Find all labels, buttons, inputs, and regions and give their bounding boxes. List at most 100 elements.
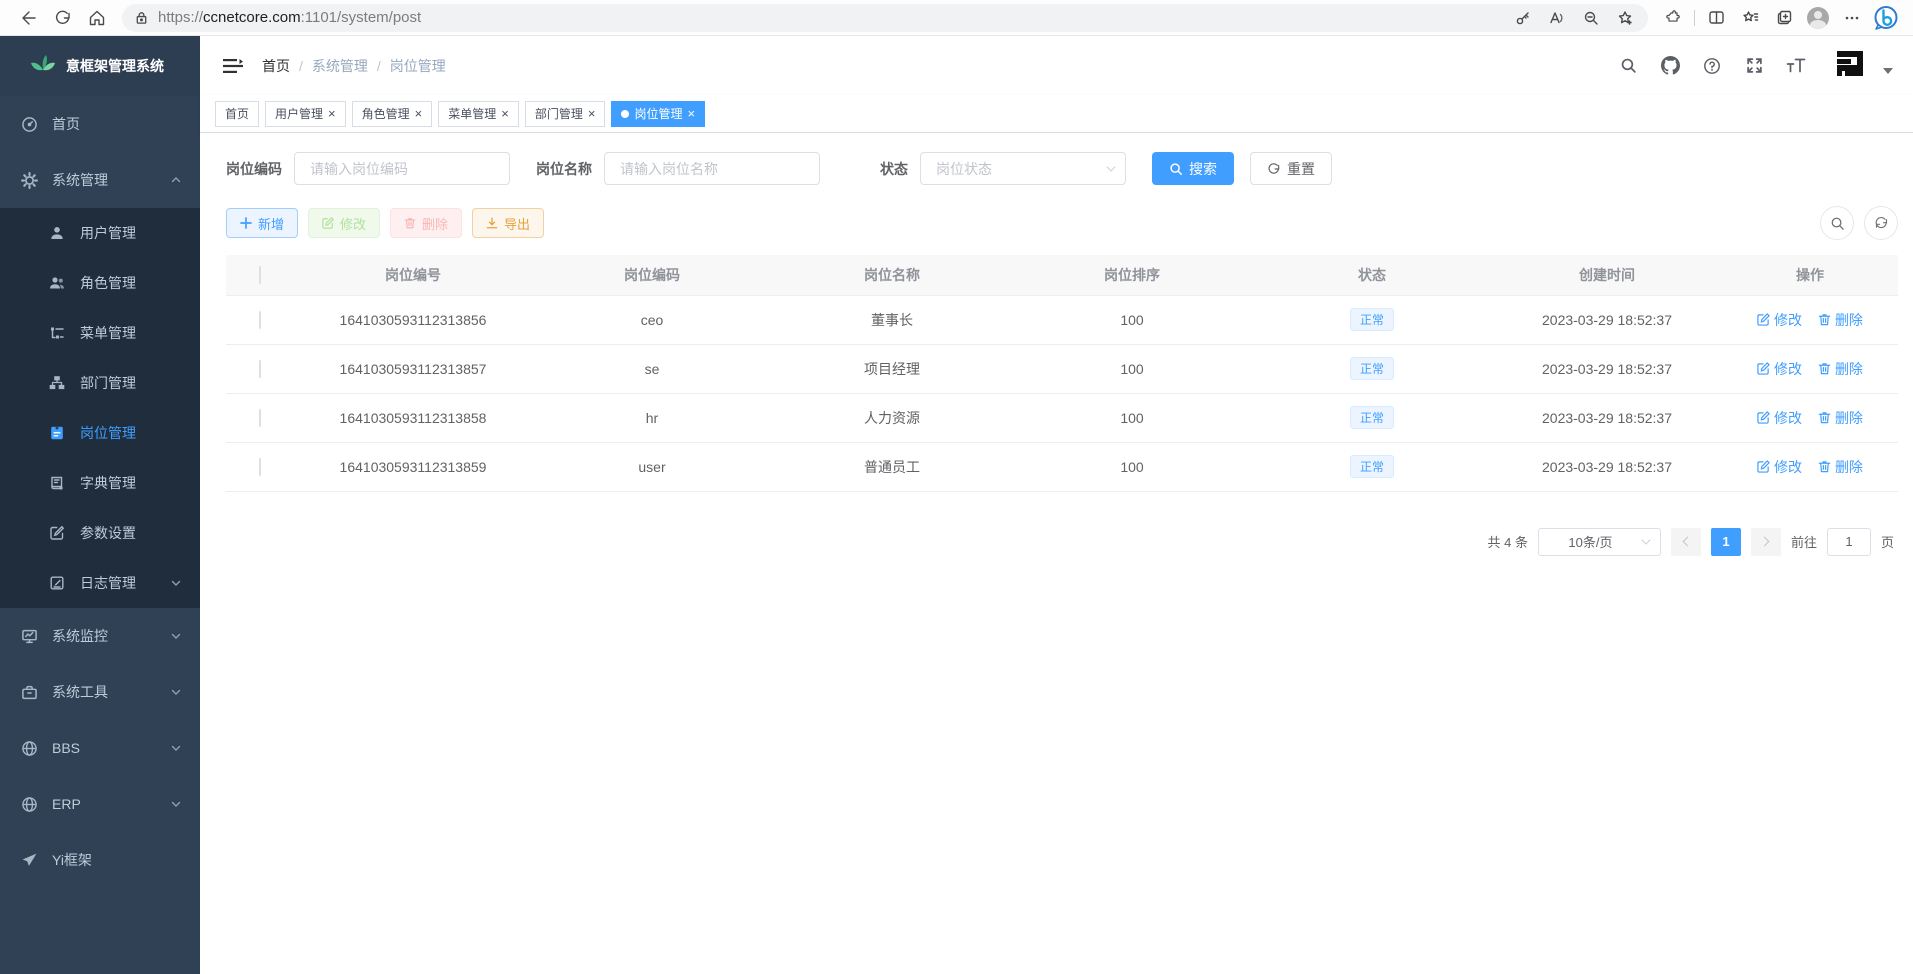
password-key-button[interactable] xyxy=(1508,3,1538,33)
post-code-input[interactable] xyxy=(294,152,510,185)
sidebar-item-user-manage[interactable]: 用户管理 xyxy=(0,208,200,258)
sidebar-item-dept-manage[interactable]: 部门管理 xyxy=(0,358,200,408)
close-icon[interactable]: × xyxy=(415,107,423,120)
edit-link[interactable]: 修改 xyxy=(1757,310,1802,330)
page-size-select[interactable]: 10条/页 xyxy=(1538,528,1661,556)
page-1-button[interactable]: 1 xyxy=(1711,528,1741,556)
sidebar-item-label: 菜单管理 xyxy=(80,323,136,343)
favorites-button[interactable] xyxy=(1733,3,1767,33)
font-size-button[interactable] xyxy=(1779,46,1813,86)
user-avatar-menu[interactable] xyxy=(1831,46,1893,86)
split-screen-button[interactable] xyxy=(1699,3,1733,33)
next-page-button[interactable] xyxy=(1751,528,1781,556)
header-post-id: 岗位编号 xyxy=(294,255,532,295)
delete-link[interactable]: 删除 xyxy=(1818,310,1863,330)
paper-plane-icon xyxy=(20,852,38,869)
prev-page-button[interactable] xyxy=(1671,528,1701,556)
table-refresh-button[interactable] xyxy=(1864,206,1898,240)
close-icon[interactable]: × xyxy=(328,107,336,120)
header-actions: 操作 xyxy=(1722,255,1898,295)
sidebar-item-system-tools[interactable]: 系统工具 xyxy=(0,664,200,720)
sidebar-item-bbs[interactable]: BBS xyxy=(0,720,200,776)
search-button-label: 搜索 xyxy=(1189,159,1217,179)
close-icon[interactable]: × xyxy=(501,107,509,120)
table-search-toggle-button[interactable] xyxy=(1820,206,1854,240)
delete-button-disabled[interactable]: 删除 xyxy=(390,208,462,238)
delete-link[interactable]: 删除 xyxy=(1818,457,1863,477)
sidebar-item-yi-framework[interactable]: Yi框架 xyxy=(0,832,200,888)
sidebar-item-label: 角色管理 xyxy=(80,273,136,293)
browser-refresh-button[interactable] xyxy=(46,3,80,33)
app-logo[interactable]: 意框架管理系统 xyxy=(0,36,200,96)
yi-logo-icon xyxy=(1831,46,1873,86)
edit-button-disabled[interactable]: 修改 xyxy=(308,208,380,238)
github-icon xyxy=(1661,56,1680,75)
browser-menu-button[interactable] xyxy=(1835,3,1869,33)
delete-link[interactable]: 删除 xyxy=(1818,408,1863,428)
sidebar-item-param-settings[interactable]: 参数设置 xyxy=(0,508,200,558)
row-checkbox[interactable] xyxy=(259,409,261,427)
zoom-out-button[interactable] xyxy=(1576,3,1606,33)
reset-button[interactable]: 重置 xyxy=(1250,152,1332,185)
tab-user-manage[interactable]: 用户管理× xyxy=(265,101,346,127)
sidebar-item-system-monitor[interactable]: 系统监控 xyxy=(0,608,200,664)
post-code-cell: ceo xyxy=(532,295,772,344)
add-button[interactable]: 新增 xyxy=(226,208,298,238)
sidebar-item-erp[interactable]: ERP xyxy=(0,776,200,832)
tab-role-manage[interactable]: 角色管理× xyxy=(352,101,433,127)
browser-profile-button[interactable] xyxy=(1801,3,1835,33)
header-search-button[interactable] xyxy=(1611,46,1645,86)
chevron-down-icon xyxy=(170,798,182,810)
breadcrumb-system: 系统管理 xyxy=(312,56,368,76)
chevron-down-icon xyxy=(170,742,182,754)
sidebar-item-post-manage[interactable]: 岗位管理 xyxy=(0,408,200,458)
row-checkbox[interactable] xyxy=(259,458,261,476)
copilot-button[interactable] xyxy=(1869,3,1903,33)
sidebar-item-dict-manage[interactable]: 字典管理 xyxy=(0,458,200,508)
create-time-cell: 2023-03-29 18:52:37 xyxy=(1492,344,1722,393)
table-row: 1641030593112313856 ceo 董事长 100 正常 2023-… xyxy=(226,295,1898,344)
sidebar-item-log-manage[interactable]: 日志管理 xyxy=(0,558,200,608)
tab-post-manage[interactable]: 岗位管理× xyxy=(611,101,705,127)
sidebar-item-home[interactable]: 首页 xyxy=(0,96,200,152)
breadcrumb-home[interactable]: 首页 xyxy=(262,56,290,76)
export-button[interactable]: 导出 xyxy=(472,208,544,238)
edit-link[interactable]: 修改 xyxy=(1757,457,1802,477)
sidebar-item-menu-manage[interactable]: 菜单管理 xyxy=(0,308,200,358)
address-bar[interactable]: https://ccnetcore.com:1101/system/post xyxy=(122,4,1648,32)
goto-page-input[interactable] xyxy=(1827,528,1871,556)
status-select[interactable]: 岗位状态 xyxy=(920,152,1126,185)
sidebar-item-role-manage[interactable]: 角色管理 xyxy=(0,258,200,308)
fullscreen-button[interactable] xyxy=(1737,46,1771,86)
tab-dept-manage[interactable]: 部门管理× xyxy=(525,101,606,127)
collections-button[interactable] xyxy=(1767,3,1801,33)
app-navbar: 首页 / 系统管理 / 岗位管理 xyxy=(200,36,1913,95)
browser-home-button[interactable] xyxy=(80,3,114,33)
row-checkbox[interactable] xyxy=(259,360,261,378)
post-code-cell: hr xyxy=(532,393,772,442)
delete-link[interactable]: 删除 xyxy=(1818,359,1863,379)
tab-menu-manage[interactable]: 菜单管理× xyxy=(438,101,519,127)
search-button[interactable]: 搜索 xyxy=(1152,152,1234,185)
org-tree-icon xyxy=(48,375,66,391)
sidebar-item-system-manage[interactable]: 系统管理 xyxy=(0,152,200,208)
edit-link[interactable]: 修改 xyxy=(1757,408,1802,428)
trash-icon xyxy=(1818,411,1831,424)
read-aloud-button[interactable] xyxy=(1542,3,1572,33)
logo-leaf-icon xyxy=(30,54,56,78)
sidebar-toggle-button[interactable] xyxy=(216,49,250,83)
browser-extensions-button[interactable] xyxy=(1656,3,1690,33)
tab-home[interactable]: 首页 xyxy=(215,101,259,127)
row-checkbox[interactable] xyxy=(259,311,261,329)
github-link-button[interactable] xyxy=(1653,46,1687,86)
gear-icon xyxy=(20,172,38,189)
edit-icon xyxy=(1757,411,1770,424)
close-icon[interactable]: × xyxy=(588,107,596,120)
post-name-input[interactable] xyxy=(604,152,820,185)
select-all-checkbox[interactable] xyxy=(259,266,261,284)
add-favorite-button[interactable] xyxy=(1610,3,1640,33)
help-doc-button[interactable] xyxy=(1695,46,1729,86)
close-icon[interactable]: × xyxy=(687,107,695,120)
edit-link[interactable]: 修改 xyxy=(1757,359,1802,379)
browser-back-button[interactable] xyxy=(12,3,46,33)
